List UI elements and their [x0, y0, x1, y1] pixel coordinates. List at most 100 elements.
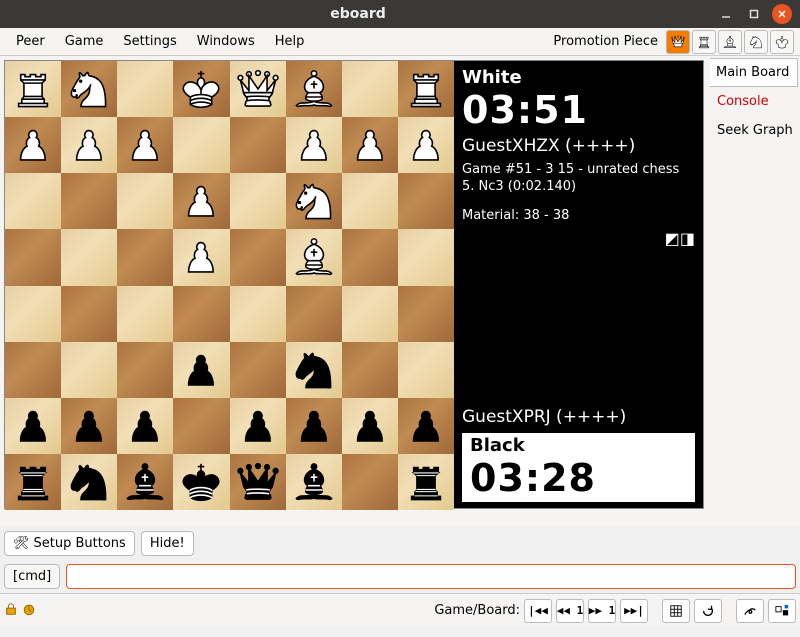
menu-peer[interactable]: Peer: [6, 30, 55, 53]
square-6-7[interactable]: [398, 398, 454, 454]
nav-last-button[interactable]: ▶▶|: [620, 599, 648, 623]
piece-wB[interactable]: [290, 65, 338, 113]
promo-bishop-button[interactable]: [718, 30, 742, 54]
square-4-3[interactable]: [173, 286, 229, 342]
square-5-6[interactable]: [342, 342, 398, 398]
square-0-2[interactable]: [117, 61, 173, 117]
square-4-0[interactable]: [5, 286, 61, 342]
square-3-7[interactable]: [398, 229, 454, 285]
piece-bP[interactable]: [177, 346, 225, 394]
square-7-5[interactable]: [286, 454, 342, 510]
square-0-4[interactable]: [230, 61, 286, 117]
hide-button[interactable]: Hide!: [141, 531, 194, 556]
tab-main-board[interactable]: Main Board: [710, 58, 798, 87]
menu-windows[interactable]: Windows: [187, 30, 265, 53]
square-3-2[interactable]: [117, 229, 173, 285]
square-5-5[interactable]: [286, 342, 342, 398]
square-1-7[interactable]: [398, 117, 454, 173]
piece-wP[interactable]: [402, 121, 450, 169]
tab-seek-graph[interactable]: Seek Graph: [710, 116, 798, 145]
square-0-1[interactable]: [61, 61, 117, 117]
square-5-3[interactable]: [173, 342, 229, 398]
toolbar-icon-1[interactable]: [662, 599, 690, 623]
piece-wN[interactable]: [65, 65, 113, 113]
maximize-button[interactable]: [744, 4, 764, 24]
square-6-1[interactable]: [61, 398, 117, 454]
square-4-2[interactable]: [117, 286, 173, 342]
square-0-5[interactable]: [286, 61, 342, 117]
piece-wP[interactable]: [177, 177, 225, 225]
square-6-3[interactable]: [173, 398, 229, 454]
cmd-label[interactable]: [cmd]: [4, 564, 60, 589]
toolbar-icon-2[interactable]: [694, 599, 722, 623]
piece-bB[interactable]: [290, 458, 338, 506]
piece-bP[interactable]: [346, 402, 394, 450]
setup-buttons-button[interactable]: 🛠 Setup Buttons: [4, 531, 135, 556]
piece-bB[interactable]: [121, 458, 169, 506]
square-2-3[interactable]: [173, 173, 229, 229]
square-6-4[interactable]: [230, 398, 286, 454]
piece-bR[interactable]: [9, 458, 57, 506]
piece-bP[interactable]: [234, 402, 282, 450]
square-1-3[interactable]: [173, 117, 229, 173]
promo-rook-button[interactable]: [692, 30, 716, 54]
close-button[interactable]: [772, 4, 792, 24]
square-7-3[interactable]: [173, 454, 229, 510]
piece-wB[interactable]: [290, 233, 338, 281]
square-1-5[interactable]: [286, 117, 342, 173]
square-3-4[interactable]: [230, 229, 286, 285]
square-4-4[interactable]: [230, 286, 286, 342]
toolbar-icon-3[interactable]: [736, 599, 764, 623]
square-7-0[interactable]: [5, 454, 61, 510]
promo-queen-button[interactable]: [666, 30, 690, 54]
square-4-6[interactable]: [342, 286, 398, 342]
square-4-5[interactable]: [286, 286, 342, 342]
tab-console[interactable]: Console: [710, 87, 798, 116]
chess-board[interactable]: [5, 61, 454, 510]
promo-king-button[interactable]: [770, 30, 794, 54]
menu-settings[interactable]: Settings: [113, 30, 186, 53]
square-3-6[interactable]: [342, 229, 398, 285]
square-1-6[interactable]: [342, 117, 398, 173]
square-5-0[interactable]: [5, 342, 61, 398]
piece-wP[interactable]: [65, 121, 113, 169]
square-3-1[interactable]: [61, 229, 117, 285]
square-0-3[interactable]: [173, 61, 229, 117]
square-5-7[interactable]: [398, 342, 454, 398]
square-5-1[interactable]: [61, 342, 117, 398]
square-5-2[interactable]: [117, 342, 173, 398]
square-2-2[interactable]: [117, 173, 173, 229]
square-7-6[interactable]: [342, 454, 398, 510]
square-3-5[interactable]: [286, 229, 342, 285]
square-2-7[interactable]: [398, 173, 454, 229]
square-6-5[interactable]: [286, 398, 342, 454]
square-3-3[interactable]: [173, 229, 229, 285]
square-5-4[interactable]: [230, 342, 286, 398]
piece-wP[interactable]: [346, 121, 394, 169]
piece-bN[interactable]: [65, 458, 113, 506]
square-2-4[interactable]: [230, 173, 286, 229]
piece-wP[interactable]: [177, 233, 225, 281]
piece-wQ[interactable]: [234, 65, 282, 113]
square-2-6[interactable]: [342, 173, 398, 229]
piece-wR[interactable]: [9, 65, 57, 113]
square-2-5[interactable]: [286, 173, 342, 229]
piece-wP[interactable]: [9, 121, 57, 169]
square-0-6[interactable]: [342, 61, 398, 117]
square-4-1[interactable]: [61, 286, 117, 342]
promo-knight-button[interactable]: [744, 30, 768, 54]
square-6-6[interactable]: [342, 398, 398, 454]
piece-wP[interactable]: [121, 121, 169, 169]
square-7-2[interactable]: [117, 454, 173, 510]
square-2-1[interactable]: [61, 173, 117, 229]
square-1-0[interactable]: [5, 117, 61, 173]
piece-wR[interactable]: [402, 65, 450, 113]
piece-wN[interactable]: [290, 177, 338, 225]
square-6-0[interactable]: [5, 398, 61, 454]
square-3-0[interactable]: [5, 229, 61, 285]
square-1-2[interactable]: [117, 117, 173, 173]
piece-bP[interactable]: [402, 402, 450, 450]
piece-bP[interactable]: [65, 402, 113, 450]
piece-bK[interactable]: [177, 458, 225, 506]
nav-next-button[interactable]: ▶▶ 1: [588, 599, 616, 623]
